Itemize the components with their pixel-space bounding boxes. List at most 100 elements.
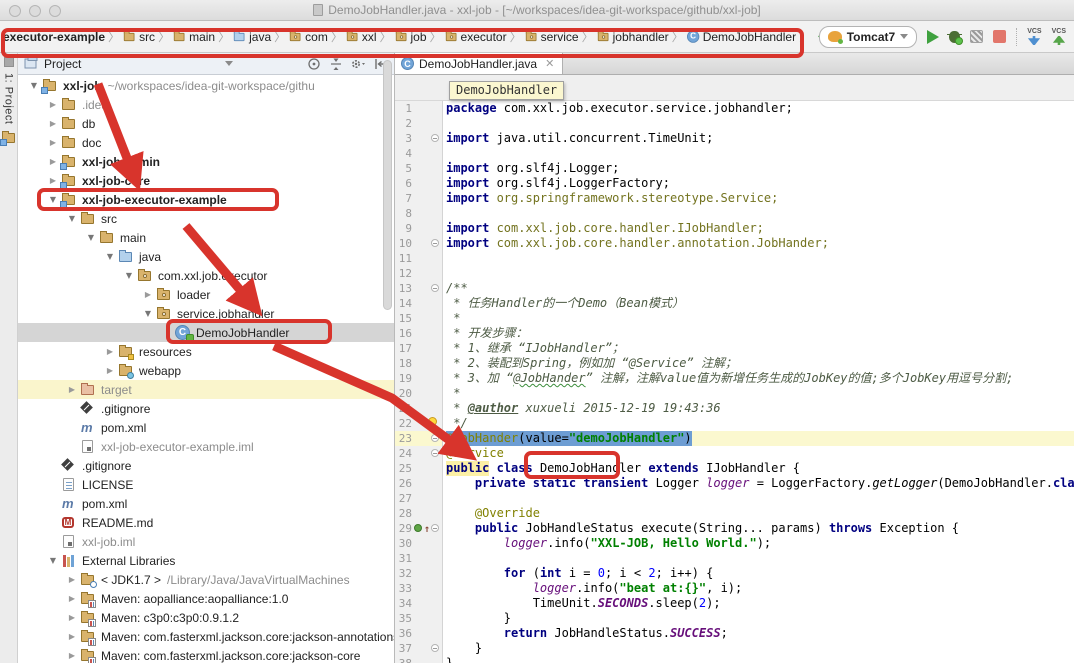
stop-button[interactable] <box>993 30 1006 43</box>
code-line-19[interactable]: 19 * 3、加 “@JobHander” 注解，注解value值为新增任务生成… <box>395 371 1074 386</box>
fold-marker-icon[interactable] <box>431 284 439 292</box>
run-button[interactable] <box>927 30 939 44</box>
tree-collapsed-icon[interactable]: ▶ <box>102 347 118 356</box>
code-line-22[interactable]: 22 */ <box>395 416 1074 431</box>
code-line-31[interactable]: 31 <box>395 551 1074 566</box>
close-window-button[interactable] <box>9 5 21 17</box>
tree-expanded-icon[interactable]: ▼ <box>83 233 99 242</box>
tree-item-main[interactable]: ▼main <box>18 228 394 247</box>
tree-item-xxl-job-admin[interactable]: ▶xxl-job-admin <box>18 152 394 171</box>
breadcrumb-item-executor[interactable]: executor <box>445 29 507 45</box>
tree-collapsed-icon[interactable]: ▶ <box>45 119 61 128</box>
tree-item-service-jobhandler[interactable]: ▼service.jobhandler <box>18 304 394 323</box>
tree-item-license[interactable]: LICENSE <box>18 475 394 494</box>
tree-collapsed-icon[interactable]: ▶ <box>45 138 61 147</box>
project-view-selector[interactable]: Project <box>44 57 81 71</box>
code-line-28[interactable]: 28 @Override <box>395 506 1074 521</box>
tree-collapsed-icon[interactable]: ▶ <box>64 385 80 394</box>
code-line-13[interactable]: 13/** <box>395 281 1074 296</box>
tree-collapsed-icon[interactable]: ▶ <box>64 651 80 660</box>
tree-item-xxl-job[interactable]: ▼xxl-job~/workspaces/idea-git-workspace/… <box>18 76 394 95</box>
tree-expanded-icon[interactable]: ▼ <box>45 556 61 565</box>
tree-expanded-icon[interactable]: ▼ <box>121 271 137 280</box>
code-line-38[interactable]: 38} <box>395 656 1074 663</box>
breadcrumb-item-xxl[interactable]: xxl <box>346 29 377 45</box>
code-line-11[interactable]: 11 <box>395 251 1074 266</box>
breadcrumb-item-com[interactable]: com <box>289 29 328 45</box>
tree-item-xxl-job-executor-example[interactable]: ▼xxl-job-executor-example <box>18 190 394 209</box>
fold-marker-icon[interactable] <box>431 644 439 652</box>
fold-marker-icon[interactable] <box>431 434 439 442</box>
locate-file-button[interactable] <box>306 56 322 72</box>
tree-item-db[interactable]: ▶db <box>18 114 394 133</box>
zoom-window-button[interactable] <box>49 5 61 17</box>
breadcrumb-item-demojobhandler[interactable]: CDemoJobHandler <box>687 29 796 45</box>
tree-item--gitignore[interactable]: .gitignore <box>18 399 394 418</box>
tree-collapsed-icon[interactable]: ▶ <box>45 176 61 185</box>
code-line-32[interactable]: 32 for (int i = 0; i < 2; i++) { <box>395 566 1074 581</box>
code-line-2[interactable]: 2 <box>395 116 1074 131</box>
code-line-17[interactable]: 17 * 1、继承 “IJobHandler”； <box>395 341 1074 356</box>
tree-item-src[interactable]: ▼src <box>18 209 394 228</box>
tree-item-doc[interactable]: ▶doc <box>18 133 394 152</box>
overrides-icon[interactable] <box>414 524 422 532</box>
breadcrumb-item-job[interactable]: job <box>395 29 427 45</box>
code-editor[interactable]: 1package com.xxl.job.executor.service.jo… <box>395 101 1074 663</box>
tree-collapsed-icon[interactable]: ▶ <box>140 290 156 299</box>
code-line-23[interactable]: 23@JobHander(value="demoJobHandler") <box>395 431 1074 446</box>
coverage-button[interactable] <box>970 30 983 43</box>
settings-gear-button[interactable] <box>350 56 366 72</box>
tree-item-xxl-job-core[interactable]: ▶xxl-job-core <box>18 171 394 190</box>
breadcrumb[interactable]: executor-example〉src〉main〉java〉com〉xxl〉j… <box>0 27 819 46</box>
run-configuration-select[interactable]: Tomcat7 <box>819 26 917 48</box>
breadcrumb-item-java[interactable]: java <box>233 29 271 45</box>
window-controls[interactable] <box>9 5 61 17</box>
code-line-14[interactable]: 14 * 任务Handler的一个Demo（Bean模式） <box>395 296 1074 311</box>
tree-item-com-xxl-job-executor[interactable]: ▼com.xxl.job.executor <box>18 266 394 285</box>
tree-collapsed-icon[interactable]: ▶ <box>64 594 80 603</box>
intention-bulb-icon[interactable] <box>428 417 437 426</box>
tree-item-external-libraries[interactable]: ▼External Libraries <box>18 551 394 570</box>
code-line-21[interactable]: 21 * @author xuxueli 2015-12-19 19:43:36 <box>395 401 1074 416</box>
tree-collapsed-icon[interactable]: ▶ <box>64 632 80 641</box>
tree-collapsed-icon[interactable]: ▶ <box>45 100 61 109</box>
code-line-27[interactable]: 27 <box>395 491 1074 506</box>
tree-expanded-icon[interactable]: ▼ <box>140 309 156 318</box>
tree-item-readme-md[interactable]: MREADME.md <box>18 513 394 532</box>
code-line-24[interactable]: 24@Service <box>395 446 1074 461</box>
project-tree-scrollbar[interactable] <box>383 60 392 310</box>
code-line-5[interactable]: 5import org.slf4j.Logger; <box>395 161 1074 176</box>
tree-item--idea[interactable]: ▶.idea <box>18 95 394 114</box>
code-line-7[interactable]: 7import org.springframework.stereotype.S… <box>395 191 1074 206</box>
code-line-1[interactable]: 1package com.xxl.job.executor.service.jo… <box>395 101 1074 116</box>
code-line-33[interactable]: 33 logger.info("beat at:{}", i); <box>395 581 1074 596</box>
code-line-9[interactable]: 9import com.xxl.job.core.handler.IJobHan… <box>395 221 1074 236</box>
tree-item-maven-c3p0-c3p0-0-9-1-2[interactable]: ▶Maven: c3p0:c3p0:0.9.1.2 <box>18 608 394 627</box>
code-line-35[interactable]: 35 } <box>395 611 1074 626</box>
code-line-30[interactable]: 30 logger.info("XXL-JOB, Hello World."); <box>395 536 1074 551</box>
collapse-all-button[interactable] <box>328 56 344 72</box>
code-line-20[interactable]: 20 * <box>395 386 1074 401</box>
project-tool-window-tab[interactable]: 1: Project <box>3 73 15 124</box>
tree-item-webapp[interactable]: ▶webapp <box>18 361 394 380</box>
code-line-6[interactable]: 6import org.slf4j.LoggerFactory; <box>395 176 1074 191</box>
tree-collapsed-icon[interactable]: ▶ <box>45 157 61 166</box>
tree-collapsed-icon[interactable]: ▶ <box>64 575 80 584</box>
tree-item--jdk1-7-[interactable]: ▶< JDK1.7 >/Library/Java/JavaVirtualMach… <box>18 570 394 589</box>
tree-item-maven-aopalliance-aopalliance-1-0[interactable]: ▶Maven: aopalliance:aopalliance:1.0 <box>18 589 394 608</box>
code-line-15[interactable]: 15 * <box>395 311 1074 326</box>
tree-item-resources[interactable]: ▶resources <box>18 342 394 361</box>
fold-marker-icon[interactable] <box>431 239 439 247</box>
lookup-popup[interactable]: DemoJobHandler <box>449 81 564 100</box>
tree-item-xxl-job-iml[interactable]: xxl-job.iml <box>18 532 394 551</box>
tree-item-demojobhandler[interactable]: CDemoJobHandler <box>18 323 394 342</box>
tree-expanded-icon[interactable]: ▼ <box>45 195 61 204</box>
editor-tab-demojobhandler[interactable]: C DemoJobHandler.java ✕ <box>395 53 563 74</box>
tree-item-pom-xml[interactable]: mpom.xml <box>18 418 394 437</box>
tree-item-loader[interactable]: ▶loader <box>18 285 394 304</box>
code-line-16[interactable]: 16 * 开发步骤： <box>395 326 1074 341</box>
code-line-18[interactable]: 18 * 2、装配到Spring，例如加 “@Service” 注解； <box>395 356 1074 371</box>
breadcrumb-item-jobhandler[interactable]: jobhandler <box>597 29 669 45</box>
breadcrumb-item-executor-example[interactable]: executor-example <box>3 30 105 44</box>
code-line-34[interactable]: 34 TimeUnit.SECONDS.sleep(2); <box>395 596 1074 611</box>
